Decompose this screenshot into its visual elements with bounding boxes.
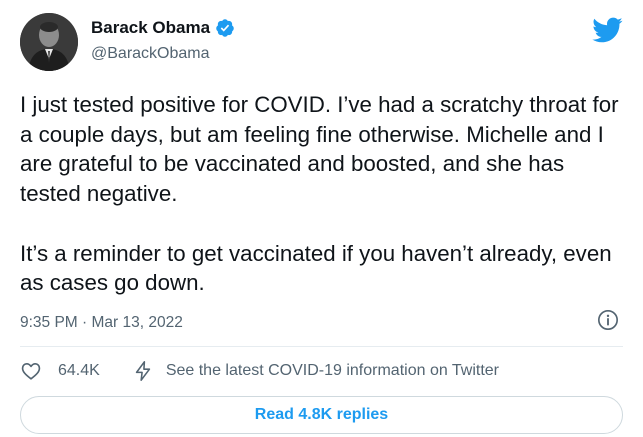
heart-icon[interactable] xyxy=(20,360,42,382)
covid-info-link[interactable]: See the latest COVID-19 information on T… xyxy=(166,362,499,380)
tweet-card: Barack Obama @BarackObama I just tested … xyxy=(0,0,643,437)
twitter-bird-icon[interactable] xyxy=(591,16,623,44)
action-bar: 64.4K See the latest COVID-19 informatio… xyxy=(20,360,499,382)
info-icon[interactable] xyxy=(597,309,619,331)
author-display-name[interactable]: Barack Obama xyxy=(91,18,210,38)
tweet-timestamp[interactable]: 9:35 PM · Mar 13, 2022 xyxy=(20,314,183,332)
author-handle[interactable]: @BarackObama xyxy=(91,45,210,63)
avatar[interactable] xyxy=(20,13,78,71)
author-name-row: Barack Obama xyxy=(91,18,235,38)
lightning-bolt-icon xyxy=(132,360,154,382)
divider xyxy=(20,346,623,347)
like-count[interactable]: 64.4K xyxy=(58,362,100,380)
read-replies-button[interactable]: Read 4.8K replies xyxy=(20,396,623,434)
verified-badge-icon xyxy=(215,18,235,38)
tweet-text: I just tested positive for COVID. I’ve h… xyxy=(20,92,619,296)
